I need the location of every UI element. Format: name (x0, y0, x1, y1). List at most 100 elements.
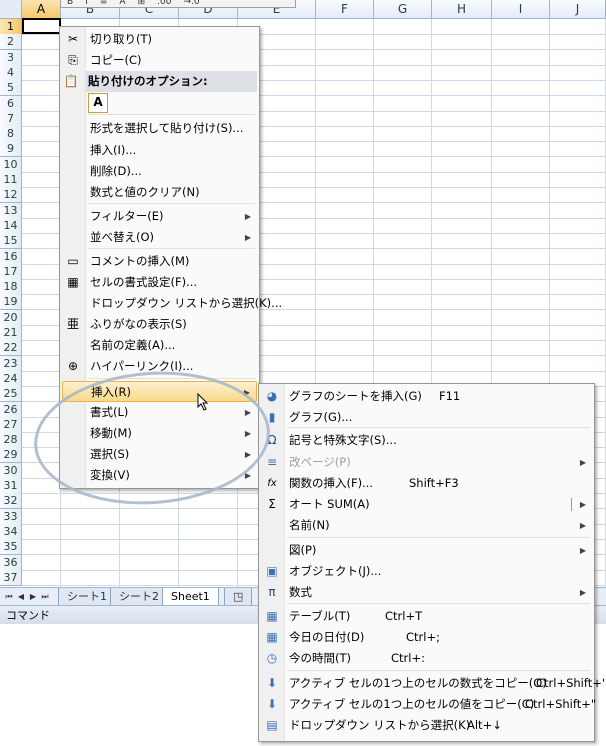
mini-toolbar-button[interactable]: I (85, 0, 88, 7)
row-header[interactable]: 36 (0, 554, 22, 571)
row-header[interactable]: 32 (0, 493, 22, 510)
row-header[interactable]: 35 (0, 539, 22, 556)
row-header[interactable]: 14 (0, 217, 22, 234)
context-menu-item[interactable]: ドロップダウン リストから選択(K)... (62, 293, 282, 314)
row-header[interactable]: 34 (0, 523, 22, 540)
context-menu-item[interactable]: 亜ふりがなの表示(S) (62, 314, 257, 335)
row-header[interactable]: 20 (0, 309, 22, 326)
column-header[interactable]: G (374, 0, 432, 19)
selected-cell-a1[interactable] (22, 18, 61, 34)
submenu-item[interactable]: ⬇ アクティブ セルの1つ上のセルの値をコピー(C) Ctrl+Shift+" (261, 694, 596, 715)
row-header[interactable]: 5 (0, 80, 22, 97)
submenu-item[interactable]: Ω 記号と特殊文字(S)... (261, 430, 592, 451)
tab-scroll-button[interactable]: ▶ (28, 590, 38, 603)
context-menu-item[interactable]: 挿入(R) ▶ (62, 381, 257, 402)
sheet-tab[interactable]: シート1 (58, 588, 116, 606)
context-menu-item[interactable]: ⎘ コピー(C) (62, 50, 257, 71)
row-header[interactable]: 10 (0, 156, 22, 173)
row-header[interactable]: 31 (0, 478, 22, 494)
mini-toolbar[interactable]: B I ≡ A ⊞ .00 →.0 (60, 0, 296, 8)
menu-item-shortcut: Ctrl+; (406, 630, 440, 644)
row-header[interactable]: 22 (0, 340, 22, 357)
column-header[interactable]: A (22, 0, 61, 19)
submenu-item[interactable]: ◷ 今の時間(T) Ctrl+: (261, 648, 592, 669)
row-header[interactable]: 23 (0, 355, 22, 372)
row-header[interactable]: 27 (0, 416, 22, 433)
context-menu-item[interactable]: A (62, 90, 257, 116)
row-header[interactable]: 2 (0, 34, 22, 51)
submenu-item[interactable]: ▣ オブジェクト(J)... (261, 561, 592, 582)
context-menu-item[interactable]: ▦ セルの書式設定(F)... (62, 272, 257, 293)
row-header[interactable]: 6 (0, 95, 22, 112)
submenu-item[interactable]: Σ オート SUM(A) ▶ (261, 494, 592, 515)
submenu-item[interactable]: 図(P) ▶ (261, 540, 592, 561)
context-menu-item[interactable]: 名前の定義(A)... (62, 335, 257, 356)
context-menu-item[interactable]: 削除(D)... (62, 161, 257, 182)
column-header[interactable]: J (550, 0, 606, 19)
submenu-item[interactable]: ▦ 今日の日付(D) Ctrl+; (261, 627, 592, 648)
context-menu-item[interactable]: 並べ替え(O) ▶ (62, 227, 257, 248)
row-header[interactable]: 26 (0, 401, 22, 418)
context-menu-item[interactable]: 書式(L) ▶ (62, 402, 257, 423)
row-header[interactable]: 21 (0, 325, 22, 341)
context-menu-item[interactable]: ⊕ ハイパーリンク(I)... (62, 356, 257, 377)
row-header[interactable]: 7 (0, 110, 22, 127)
mini-toolbar-button[interactable]: B (67, 0, 73, 7)
row-header[interactable]: 12 (0, 187, 22, 204)
tab-scroll-button[interactable]: ⏭ (40, 590, 50, 603)
row-header[interactable]: 29 (0, 447, 22, 464)
select-all-corner[interactable] (0, 0, 22, 19)
context-menu-item[interactable]: 選択(S) ▶ (62, 444, 257, 465)
mini-toolbar-button[interactable]: ≡ (100, 0, 108, 7)
row-header[interactable]: 16 (0, 248, 22, 265)
context-menu-item[interactable]: 移動(M) ▶ (62, 423, 257, 444)
row-header[interactable]: 33 (0, 508, 22, 525)
row-header[interactable]: 25 (0, 386, 22, 403)
mini-toolbar-button[interactable]: ⊞ (138, 0, 146, 7)
context-menu-item[interactable]: 変換(V) ▶ (62, 465, 257, 486)
row-header[interactable]: 37 (0, 569, 22, 586)
submenu-item[interactable]: ▤ ドロップダウン リストから選択(K) Alt+↓ (261, 715, 592, 736)
context-menu-item[interactable]: 数式と値のクリア(N) (62, 182, 257, 203)
submenu-item[interactable]: ▮ グラフ(G)... (261, 407, 592, 428)
row-header[interactable]: 18 (0, 279, 22, 296)
sheet-tab[interactable]: Sheet1 (162, 588, 219, 606)
column-header[interactable]: F (316, 0, 374, 19)
row-header[interactable]: 24 (0, 370, 22, 387)
row-header[interactable]: 30 (0, 462, 22, 479)
mini-toolbar-button[interactable]: →.0 (183, 0, 199, 7)
row-header[interactable]: 15 (0, 233, 22, 250)
submenu-item[interactable]: 名前(N) ▶ (261, 515, 592, 536)
context-menu-item[interactable]: フィルター(E) ▶ (62, 206, 257, 227)
tab-scroll-button[interactable]: ⏮ (4, 590, 14, 603)
context-menu-item[interactable]: 挿入(I)... (62, 140, 257, 161)
row-header[interactable]: 17 (0, 263, 22, 280)
row-header[interactable]: 19 (0, 294, 22, 311)
row-header[interactable]: 28 (0, 432, 22, 449)
column-header[interactable]: I (492, 0, 550, 19)
row-header[interactable]: 8 (0, 126, 22, 143)
row-header[interactable]: 3 (0, 49, 22, 66)
submenu-item[interactable]: ◕ グラフのシートを挿入(G) F11 (261, 386, 592, 407)
new-sheet-tab-icon[interactable]: ◳ (224, 588, 253, 606)
context-menu-item[interactable]: 形式を選択して貼り付け(S)... (62, 118, 257, 139)
column-header[interactable]: H (432, 0, 492, 19)
submenu-arrow-icon: ▶ (244, 429, 251, 438)
sheet-tab[interactable]: シート2 (110, 588, 168, 606)
submenu-item[interactable]: ⬇ アクティブ セルの1つ上のセルの数式をコピー(O) Ctrl+Shift+' (261, 673, 605, 694)
row-header[interactable]: 11 (0, 172, 22, 188)
context-menu-item[interactable]: ✂ 切り取り(T) (62, 29, 257, 50)
today-icon: ▦ (266, 630, 278, 644)
row-header[interactable]: 4 (0, 64, 22, 81)
mini-toolbar-button[interactable]: .00 (157, 0, 171, 7)
tab-scroll-button[interactable]: ◀ (16, 590, 26, 603)
submenu-item[interactable]: π 数式 ▶ (261, 582, 592, 603)
row-header[interactable]: 1 (0, 19, 22, 35)
row-header[interactable]: 13 (0, 202, 22, 219)
context-menu-item[interactable]: ▭ コメントの挿入(M) (62, 251, 257, 272)
row-header[interactable]: 9 (0, 141, 22, 158)
submenu-arrow-icon: ▶ (244, 408, 251, 417)
submenu-item[interactable]: fx 関数の挿入(F)... Shift+F3 (261, 473, 592, 494)
mini-toolbar-button[interactable]: A (119, 0, 125, 7)
submenu-item[interactable]: ▦ テーブル(T) Ctrl+T (261, 606, 592, 627)
